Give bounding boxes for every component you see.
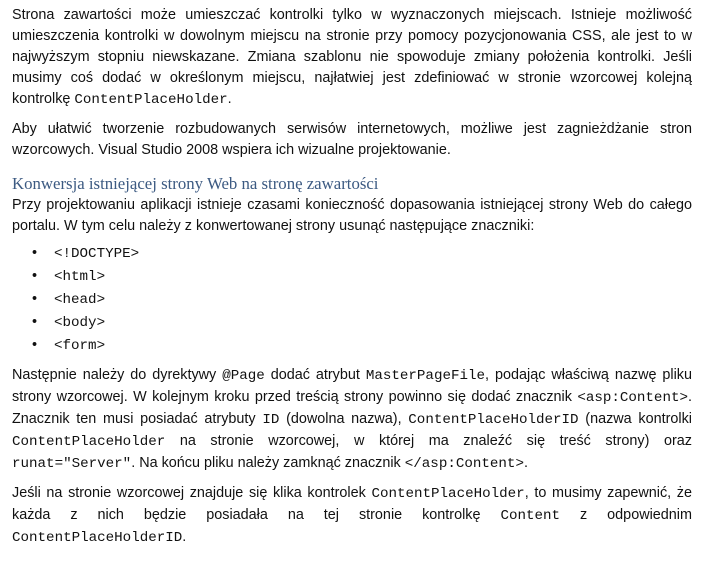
document-page: Strona zawartości może umieszczać kontro… (0, 0, 716, 562)
list-item: • <html> (12, 265, 692, 288)
tag-list: • <!DOCTYPE> • <html> • <head> • <body> • <fo… (12, 242, 692, 357)
tag-code: <body> (54, 315, 106, 331)
code: ContentPlaceHolderID (12, 530, 183, 546)
code: @Page (222, 368, 265, 384)
bullet-icon: • (32, 245, 38, 261)
paragraph-multiple-placeholders: Jeśli na stronie wzorcowej znajduje się … (12, 483, 692, 549)
list-item: • <form> (12, 334, 692, 357)
text: na stronie wzorcowej, w której ma znaleź… (165, 433, 692, 449)
code: Content (500, 508, 561, 524)
paragraph-masterpagefile-instructions: Następnie należy do dyrektywy @Page doda… (12, 365, 692, 475)
code: ContentPlaceHolderID (408, 412, 579, 428)
list-item: • <body> (12, 311, 692, 334)
text: (dowolna nazwa), (279, 411, 409, 427)
paragraph-nested-master-pages: Aby ułatwić tworzenie rozbudowanych serw… (12, 121, 692, 158)
bullet-icon: • (32, 268, 38, 284)
section-heading: Konwersja istniejącej strony Web na stro… (12, 174, 379, 193)
code: ContentPlaceHolder (12, 434, 166, 450)
code: ContentPlaceHolder (371, 486, 525, 502)
code: MasterPageFile (365, 368, 486, 384)
list-item: • <!DOCTYPE> (12, 242, 692, 265)
tag-code: <head> (54, 292, 106, 308)
text: . (227, 91, 232, 107)
code: runat="Server" (12, 456, 132, 472)
text: (nazwa kontrolki (578, 411, 692, 427)
text: z odpowiednim (560, 507, 692, 523)
bullet-icon: • (32, 314, 38, 330)
code-contentplaceholder: ContentPlaceHolder (74, 92, 228, 108)
tag-code: <html> (54, 269, 106, 285)
paragraph-content-page-controls: Strona zawartości może umieszczać kontro… (12, 5, 692, 111)
document-body: Strona zawartości może umieszczać kontro… (12, 5, 692, 549)
text: . (182, 529, 187, 545)
tag-code: <!DOCTYPE> (54, 246, 140, 262)
list-item: • <head> (12, 288, 692, 311)
text: Jeśli na stronie wzorcowej znajduje się … (12, 485, 372, 501)
code: <asp:Content> (577, 390, 688, 406)
text: dodać atrybut (264, 367, 366, 383)
text: . Na końcu pliku należy zamknąć znacznik (131, 455, 405, 471)
bullet-icon: • (32, 291, 38, 307)
text: Następnie należy do dyrektywy (12, 367, 223, 383)
bullet-icon: • (32, 337, 38, 353)
code: </asp:Content> (404, 456, 524, 472)
paragraph-conversion-intro: Przy projektowaniu aplikacji istnieje cz… (12, 197, 692, 234)
code: ID (262, 412, 280, 428)
text: . (523, 455, 528, 471)
tag-code: <form> (54, 338, 106, 354)
